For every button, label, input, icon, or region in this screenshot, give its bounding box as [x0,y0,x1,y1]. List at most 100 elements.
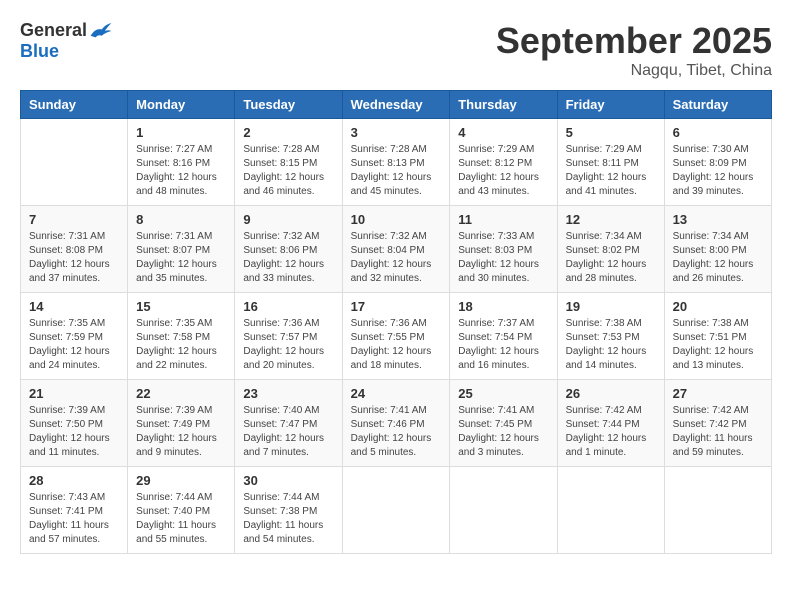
day-info: Sunrise: 7:34 AMSunset: 8:02 PMDaylight:… [566,230,656,286]
day-info: Sunrise: 7:31 AMSunset: 8:08 PMDaylight:… [29,230,119,286]
calendar-cell: 14 Sunrise: 7:35 AMSunset: 7:59 PMDayligh… [21,293,128,380]
calendar-cell: 27Sunrise: 7:42 AMSunset: 7:42 PMDayligh… [664,380,771,467]
calendar-cell [557,467,664,554]
calendar-cell: 1 Sunrise: 7:27 AMSunset: 8:16 PMDaylight… [128,119,235,206]
day-number: 2 [243,125,333,140]
weekday-header: Friday [557,91,664,119]
month-title: September 2025 [496,20,772,62]
calendar-cell: 12 Sunrise: 7:34 AMSunset: 8:02 PMDayligh… [557,206,664,293]
day-info: Sunrise: 7:33 AMSunset: 8:03 PMDaylight:… [458,230,548,286]
day-info: Sunrise: 7:36 AMSunset: 7:57 PMDaylight:… [243,317,333,373]
calendar-cell: 2 Sunrise: 7:28 AMSunset: 8:15 PMDaylight… [235,119,342,206]
day-number: 6 [673,125,763,140]
calendar-cell: 10Sunrise: 7:32 AMSunset: 8:04 PMDayligh… [342,206,450,293]
day-info: Sunrise: 7:38 AMSunset: 7:51 PMDaylight:… [673,317,763,373]
calendar-cell [664,467,771,554]
day-number: 19 [566,299,656,314]
day-info: Sunrise: 7:32 AMSunset: 8:06 PMDaylight:… [243,230,333,286]
day-info: Sunrise: 7:28 AMSunset: 8:15 PMDaylight:… [243,143,333,199]
logo-blue: Blue [20,41,59,62]
calendar-cell: 3 Sunrise: 7:28 AMSunset: 8:13 PMDaylight… [342,119,450,206]
calendar-cell: 19 Sunrise: 7:38 AMSunset: 7:53 PMDayligh… [557,293,664,380]
day-number: 15 [136,299,226,314]
calendar-cell: 9 Sunrise: 7:32 AMSunset: 8:06 PMDaylight… [235,206,342,293]
calendar-cell: 30 Sunrise: 7:44 AMSunset: 7:38 PMDayligh… [235,467,342,554]
day-info: Sunrise: 7:36 AMSunset: 7:55 PMDaylight:… [351,317,442,373]
logo-bird-icon [89,21,113,41]
calendar-cell: 11 Sunrise: 7:33 AMSunset: 8:03 PMDayligh… [450,206,557,293]
calendar-table: SundayMondayTuesdayWednesdayThursdayFrid… [20,90,772,554]
calendar-cell: 25 Sunrise: 7:41 AMSunset: 7:45 PMDayligh… [450,380,557,467]
day-number: 1 [136,125,226,140]
day-info: Sunrise: 7:29 AMSunset: 8:12 PMDaylight:… [458,143,548,199]
day-number: 29 [136,473,226,488]
calendar-title: September 2025 Nagqu, Tibet, China [496,20,772,80]
day-number: 13 [673,212,763,227]
day-number: 8 [136,212,226,227]
calendar-week-row: 14 Sunrise: 7:35 AMSunset: 7:59 PMDayligh… [21,293,772,380]
calendar-cell: 15 Sunrise: 7:35 AMSunset: 7:58 PMDayligh… [128,293,235,380]
day-info: Sunrise: 7:30 AMSunset: 8:09 PMDaylight:… [673,143,763,199]
calendar-cell: 29 Sunrise: 7:44 AMSunset: 7:40 PMDayligh… [128,467,235,554]
calendar-cell: 22Sunrise: 7:39 AMSunset: 7:49 PMDayligh… [128,380,235,467]
weekday-header: Thursday [450,91,557,119]
calendar-week-row: 1 Sunrise: 7:27 AMSunset: 8:16 PMDaylight… [21,119,772,206]
calendar-cell: 28Sunrise: 7:43 AMSunset: 7:41 PMDayligh… [21,467,128,554]
calendar-cell: 4Sunrise: 7:29 AMSunset: 8:12 PMDaylight… [450,119,557,206]
day-number: 23 [243,386,333,401]
day-number: 26 [566,386,656,401]
day-info: Sunrise: 7:44 AMSunset: 7:38 PMDaylight:… [243,491,333,547]
calendar-cell [21,119,128,206]
day-info: Sunrise: 7:42 AMSunset: 7:44 PMDaylight:… [566,404,656,460]
day-info: Sunrise: 7:38 AMSunset: 7:53 PMDaylight:… [566,317,656,373]
day-number: 18 [458,299,548,314]
day-info: Sunrise: 7:35 AMSunset: 7:59 PMDaylight:… [29,317,119,373]
day-info: Sunrise: 7:31 AMSunset: 8:07 PMDaylight:… [136,230,226,286]
day-info: Sunrise: 7:35 AMSunset: 7:58 PMDaylight:… [136,317,226,373]
calendar-cell: 24Sunrise: 7:41 AMSunset: 7:46 PMDayligh… [342,380,450,467]
day-info: Sunrise: 7:29 AMSunset: 8:11 PMDaylight:… [566,143,656,199]
day-number: 11 [458,212,548,227]
day-info: Sunrise: 7:27 AMSunset: 8:16 PMDaylight:… [136,143,226,199]
day-number: 3 [351,125,442,140]
calendar-cell: 6 Sunrise: 7:30 AMSunset: 8:09 PMDaylight… [664,119,771,206]
calendar-cell [450,467,557,554]
calendar-cell: 26 Sunrise: 7:42 AMSunset: 7:44 PMDayligh… [557,380,664,467]
calendar-cell [342,467,450,554]
day-info: Sunrise: 7:34 AMSunset: 8:00 PMDaylight:… [673,230,763,286]
day-number: 27 [673,386,763,401]
calendar-week-row: 28Sunrise: 7:43 AMSunset: 7:41 PMDayligh… [21,467,772,554]
logo-general: General [20,20,87,41]
logo: General Blue [20,20,113,62]
weekday-header: Saturday [664,91,771,119]
day-info: Sunrise: 7:37 AMSunset: 7:54 PMDaylight:… [458,317,548,373]
calendar-cell: 13 Sunrise: 7:34 AMSunset: 8:00 PMDayligh… [664,206,771,293]
day-number: 30 [243,473,333,488]
calendar-week-row: 7 Sunrise: 7:31 AMSunset: 8:08 PMDaylight… [21,206,772,293]
day-number: 22 [136,386,226,401]
day-number: 25 [458,386,548,401]
weekday-header: Monday [128,91,235,119]
calendar-cell: 8 Sunrise: 7:31 AMSunset: 8:07 PMDaylight… [128,206,235,293]
weekday-header: Wednesday [342,91,450,119]
day-info: Sunrise: 7:41 AMSunset: 7:46 PMDaylight:… [351,404,442,460]
day-info: Sunrise: 7:28 AMSunset: 8:13 PMDaylight:… [351,143,442,199]
calendar-cell: 20Sunrise: 7:38 AMSunset: 7:51 PMDayligh… [664,293,771,380]
calendar-cell: 21 Sunrise: 7:39 AMSunset: 7:50 PMDayligh… [21,380,128,467]
day-info: Sunrise: 7:43 AMSunset: 7:41 PMDaylight:… [29,491,119,547]
day-number: 21 [29,386,119,401]
day-info: Sunrise: 7:39 AMSunset: 7:50 PMDaylight:… [29,404,119,460]
day-info: Sunrise: 7:40 AMSunset: 7:47 PMDaylight:… [243,404,333,460]
day-number: 16 [243,299,333,314]
day-number: 14 [29,299,119,314]
day-number: 9 [243,212,333,227]
page-header: General Blue September 2025 Nagqu, Tibet… [20,20,772,80]
day-number: 7 [29,212,119,227]
day-info: Sunrise: 7:44 AMSunset: 7:40 PMDaylight:… [136,491,226,547]
weekday-header: Sunday [21,91,128,119]
day-number: 10 [351,212,442,227]
day-info: Sunrise: 7:41 AMSunset: 7:45 PMDaylight:… [458,404,548,460]
weekday-header: Tuesday [235,91,342,119]
calendar-cell: 17Sunrise: 7:36 AMSunset: 7:55 PMDayligh… [342,293,450,380]
day-number: 12 [566,212,656,227]
